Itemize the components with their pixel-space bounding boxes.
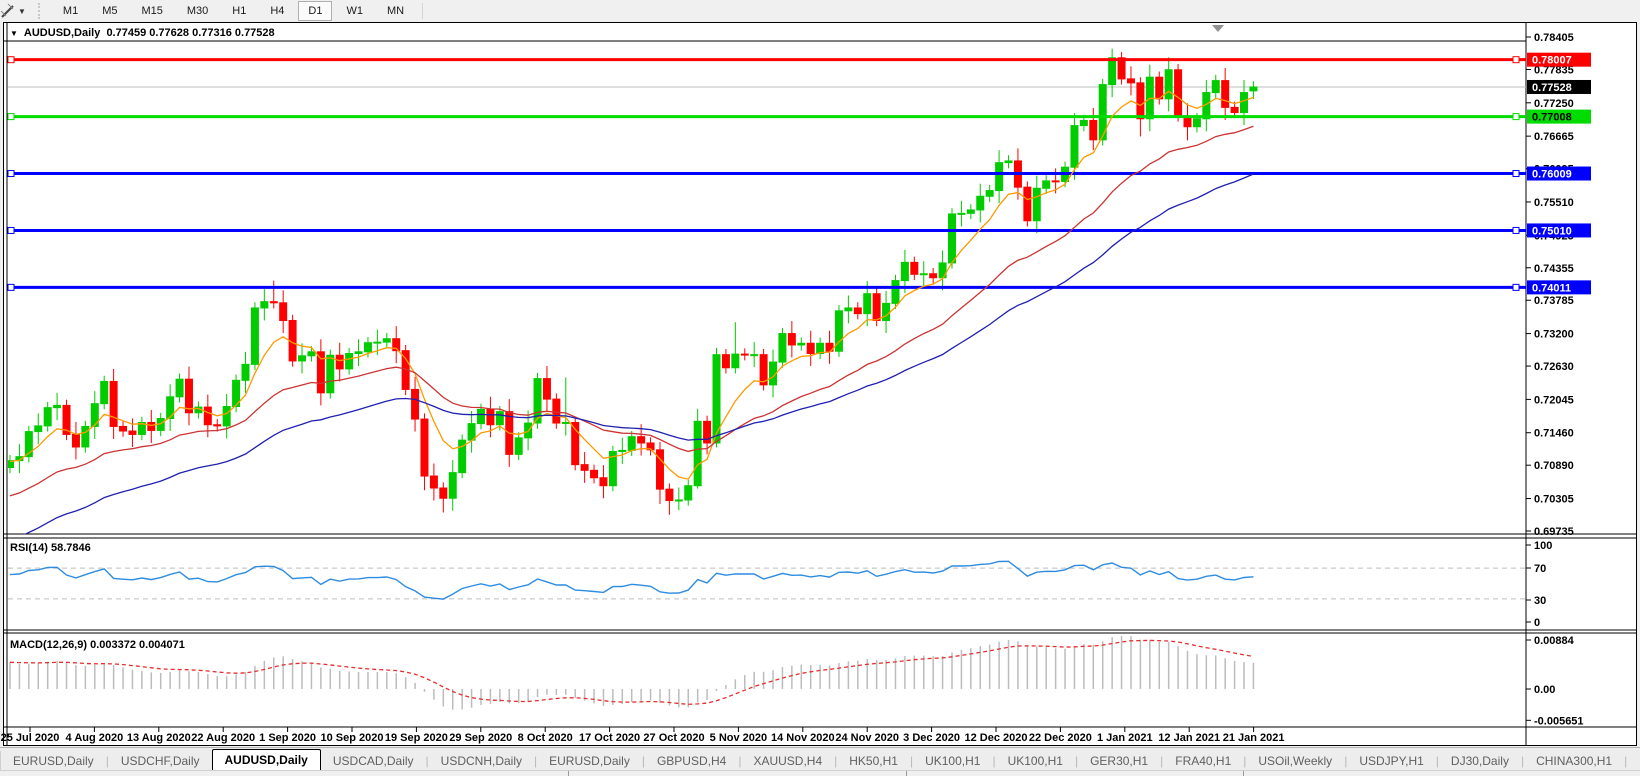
timeframe-button-w1[interactable]: W1 [336, 1, 373, 21]
strip-mark [568, 771, 569, 776]
chart-tab-ger30-h1[interactable]: GER30,H1 [1078, 752, 1160, 771]
chart-tab-fra40-h1[interactable]: FRA40,H1 [1163, 752, 1243, 771]
chart-tab-gbpusd-h4[interactable]: GBPUSD,H4 [645, 752, 738, 771]
timeframe-button-m5[interactable]: M5 [92, 1, 127, 21]
chart-tab-usdcad-daily[interactable]: USDCAD,Daily [321, 752, 426, 771]
chart-window: ▼ AUDUSD,Daily 0.77459 0.77628 0.77316 0… [3, 22, 1637, 746]
strip-mark [1243, 771, 1244, 776]
timeframe-toolbar: ▼ M1M5M15M30H1H4D1W1MN [0, 0, 1640, 22]
timeframe-button-h1[interactable]: H1 [222, 1, 256, 21]
chart-tab-usdcnh-daily[interactable]: USDCNH,Daily [429, 752, 534, 771]
chart-tab-hk50-h1[interactable]: HK50,H1 [837, 752, 910, 771]
timeframe-button-d1[interactable]: D1 [298, 1, 332, 21]
chart-symbol-label: AUDUSD,Daily [24, 27, 100, 39]
timeframe-button-h4[interactable]: H4 [260, 1, 294, 21]
chart-tab-eurusd-daily[interactable]: EURUSD,Daily [537, 752, 642, 771]
chart-ohlc-values: 0.77459 0.77628 0.77316 0.77528 [100, 27, 274, 39]
chart-tab-eurusd-daily[interactable]: EURUSD,Daily [1, 752, 106, 771]
chart-tab-dj30-daily[interactable]: DJ30,Daily [1439, 752, 1521, 771]
chart-tab-usdchf-daily[interactable]: USDCHF,Daily [109, 752, 212, 771]
timeframe-button-m15[interactable]: M15 [131, 1, 172, 21]
tool-dropdown-icon[interactable]: ▼ [18, 7, 26, 16]
chart-tab-uk100-h1[interactable]: UK100,H1 [913, 752, 992, 771]
status-strip [0, 770, 1640, 776]
chart-tab-usoil-weekly[interactable]: USOil,Weekly [1246, 752, 1344, 771]
chart-tab-bar: EURUSD,Daily|USDCHF,DailyAUDUSD,DailyUSD… [0, 747, 1640, 771]
chart-collapse-icon[interactable]: ▼ [10, 29, 18, 38]
chart-tab-uk100-h1[interactable]: UK100,H1 [996, 752, 1075, 771]
toolbar-grip [38, 3, 45, 19]
timeframe-button-mn[interactable]: MN [377, 1, 414, 21]
chart-title: ▼ AUDUSD,Daily 0.77459 0.77628 0.77316 0… [10, 25, 275, 41]
crosshair-icon [0, 3, 16, 19]
chart-tab-china300-h1[interactable]: CHINA300,H1 [1524, 752, 1624, 771]
chart-tab-xauusd-h4[interactable]: XAUUSD,H4 [741, 752, 834, 771]
timeframe-button-m1[interactable]: M1 [53, 1, 88, 21]
chart-tab-audusd-daily[interactable]: AUDUSD,Daily [212, 749, 321, 771]
cursor-tool-button[interactable]: ▼ [0, 0, 30, 22]
chart-tab-usoil-[interactable]: USOil, [1627, 752, 1640, 771]
chart-tab-usdjpy-h1[interactable]: USDJPY,H1 [1347, 752, 1435, 771]
toolbar-separator [422, 3, 423, 19]
strip-mark [906, 771, 907, 776]
timeframe-button-m30[interactable]: M30 [177, 1, 218, 21]
